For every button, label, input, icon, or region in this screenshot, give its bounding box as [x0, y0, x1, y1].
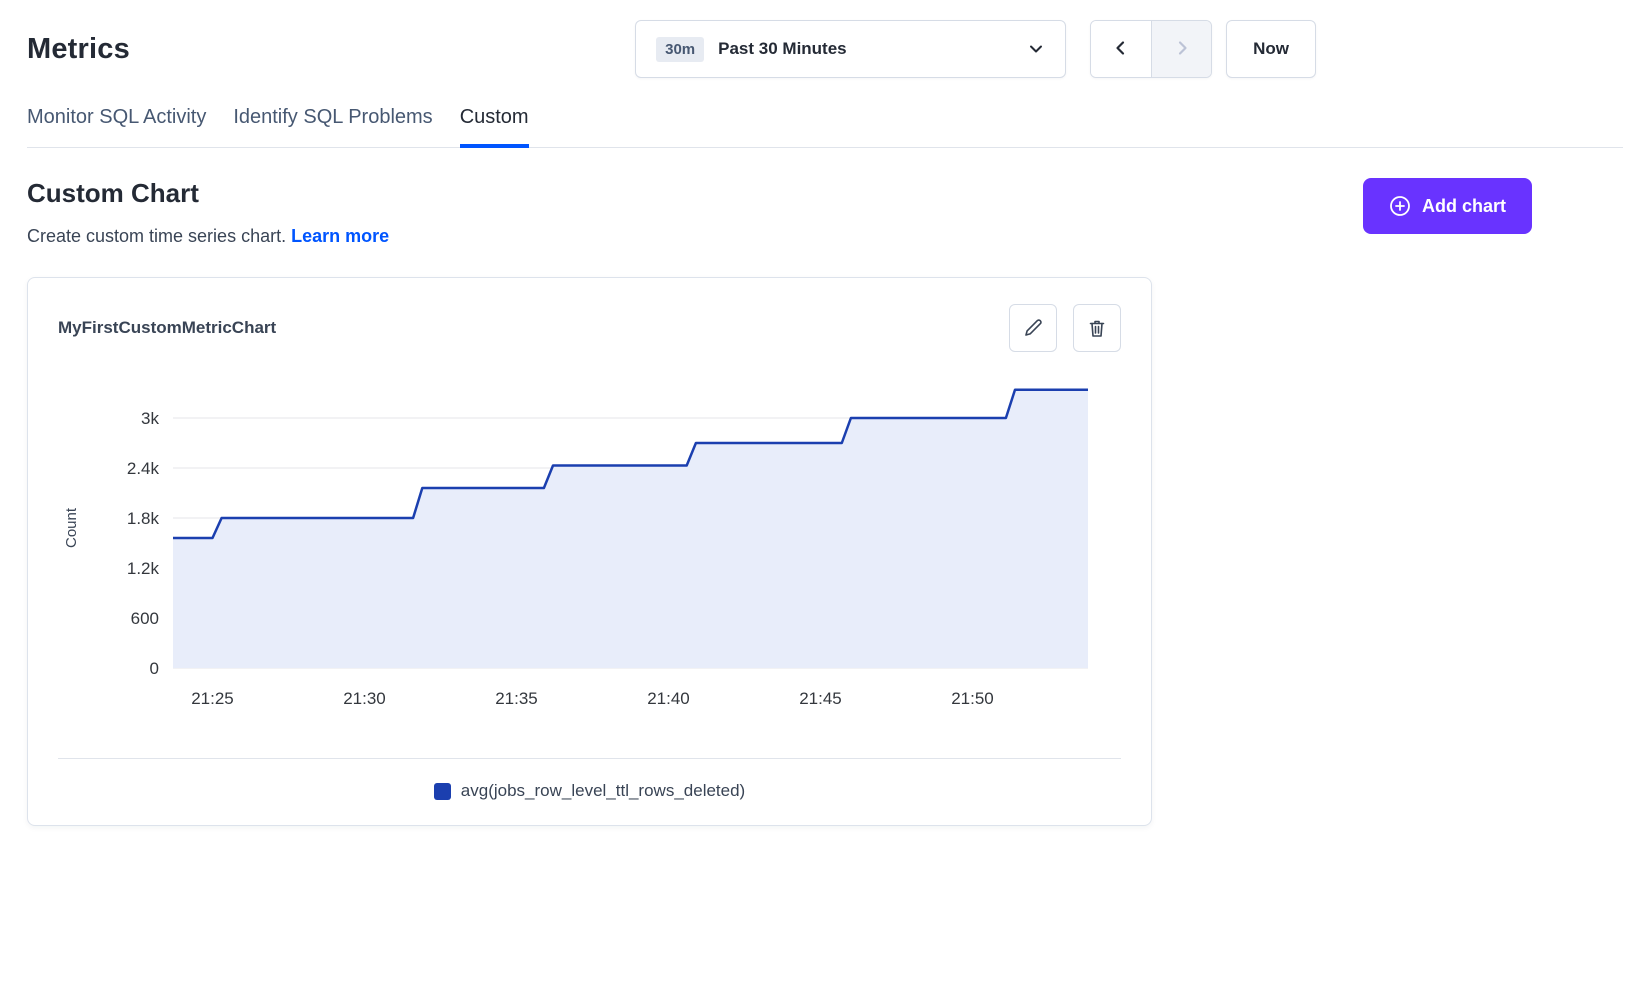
time-range-dropdown[interactable]: 30m Past 30 Minutes [635, 20, 1066, 78]
svg-text:Count: Count [63, 507, 80, 548]
legend-swatch [434, 783, 451, 800]
chart-legend: avg(jobs_row_level_ttl_rows_deleted) [58, 781, 1121, 801]
trash-icon [1087, 318, 1107, 338]
legend-label: avg(jobs_row_level_ttl_rows_deleted) [461, 781, 745, 801]
svg-text:21:40: 21:40 [647, 689, 690, 708]
next-time-button[interactable] [1151, 21, 1211, 77]
tab-custom[interactable]: Custom [460, 106, 529, 148]
plus-circle-icon [1389, 195, 1411, 217]
chart-card-header: MyFirstCustomMetricChart [58, 304, 1121, 352]
learn-more-link[interactable]: Learn more [291, 226, 389, 246]
edit-chart-button[interactable] [1009, 304, 1057, 352]
custom-chart-card: MyFirstCustomMetricChart 0 600 1.2k 1.8k 2.4… [27, 277, 1152, 826]
tab-bar: Monitor SQL Activity Identify SQL Proble… [27, 106, 1623, 148]
tab-identify-sql-problems[interactable]: Identify SQL Problems [233, 106, 432, 148]
chart-canvas: 0 600 1.2k 1.8k 2.4k 3k 21:25 21:30 21:35 21:40 21… [58, 378, 1121, 728]
chevron-down-icon [1027, 40, 1045, 58]
time-range-label: Past 30 Minutes [718, 39, 847, 59]
svg-text:21:35: 21:35 [495, 689, 538, 708]
chevron-right-icon [1172, 38, 1192, 61]
time-range-badge: 30m [656, 37, 704, 62]
svg-text:600: 600 [131, 609, 159, 628]
chart-title: MyFirstCustomMetricChart [58, 318, 276, 338]
time-step-buttons [1090, 20, 1212, 78]
delete-chart-button[interactable] [1073, 304, 1121, 352]
section-title: Custom Chart [27, 178, 389, 209]
svg-text:3k: 3k [141, 409, 159, 428]
chart-actions [1009, 304, 1121, 352]
section-subtitle-text: Create custom time series chart. [27, 226, 286, 246]
pencil-icon [1023, 318, 1043, 338]
page-title: Metrics [27, 33, 130, 66]
section-subtitle: Create custom time series chart. Learn m… [27, 226, 389, 247]
time-controls: 30m Past 30 Minutes Now [635, 20, 1316, 78]
prev-time-button[interactable] [1091, 21, 1151, 77]
custom-chart-plot: 0 600 1.2k 1.8k 2.4k 3k 21:25 21:30 21:35 21:40 21… [58, 378, 1098, 723]
section-text: Custom Chart Create custom time series c… [27, 178, 389, 247]
page-header: Metrics 30m Past 30 Minutes [27, 20, 1623, 78]
svg-text:1.8k: 1.8k [127, 509, 160, 528]
metrics-page: Metrics 30m Past 30 Minutes [0, 0, 1650, 866]
legend-divider [58, 758, 1121, 759]
add-chart-label: Add chart [1422, 196, 1506, 217]
tab-monitor-sql-activity[interactable]: Monitor SQL Activity [27, 106, 206, 148]
svg-text:0: 0 [150, 659, 159, 678]
svg-text:21:45: 21:45 [799, 689, 842, 708]
now-button[interactable]: Now [1226, 20, 1316, 78]
svg-text:21:50: 21:50 [951, 689, 994, 708]
svg-text:21:25: 21:25 [191, 689, 234, 708]
add-chart-button[interactable]: Add chart [1363, 178, 1532, 234]
custom-chart-section-header: Custom Chart Create custom time series c… [27, 178, 1623, 247]
svg-text:2.4k: 2.4k [127, 459, 160, 478]
svg-text:1.2k: 1.2k [127, 559, 160, 578]
chevron-left-icon [1111, 38, 1131, 61]
svg-text:21:30: 21:30 [343, 689, 386, 708]
